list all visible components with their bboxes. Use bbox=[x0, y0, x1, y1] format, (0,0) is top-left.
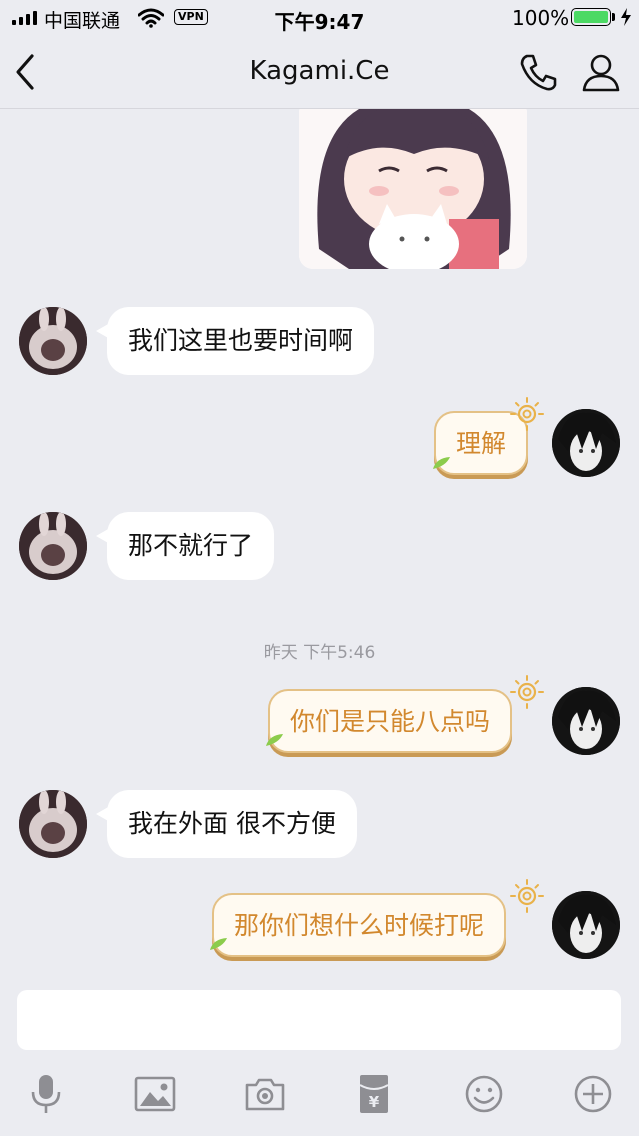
red-packet-icon[interactable]: ¥ bbox=[352, 1072, 396, 1116]
bunny-hood-avatar-icon bbox=[19, 790, 87, 858]
status-bar: 中国联通 VPN 下午9:47 100% bbox=[0, 0, 639, 36]
outgoing-message-bubble[interactable]: 那你们想什么时候打呢 bbox=[212, 893, 507, 957]
contact-avatar[interactable] bbox=[19, 790, 87, 858]
outgoing-message-bubble[interactable]: 你们是只能八点吗 bbox=[268, 689, 513, 753]
message-timestamp: 昨天 下午5:46 bbox=[263, 643, 376, 663]
incoming-message-bubble[interactable]: 那不就行了 bbox=[95, 512, 275, 580]
phone-call-button[interactable] bbox=[517, 50, 561, 94]
my-avatar[interactable] bbox=[552, 409, 620, 477]
svg-text:¥: ¥ bbox=[369, 1093, 380, 1111]
my-avatar[interactable] bbox=[552, 687, 620, 755]
battery-cap bbox=[612, 13, 615, 21]
camera-icon[interactable] bbox=[243, 1072, 287, 1116]
dark-hair-character-avatar-icon bbox=[552, 409, 620, 477]
bunny-hood-avatar-icon bbox=[19, 307, 87, 375]
chat-area[interactable]: 我们这里也要时间啊 理解 那不就行了 昨天 下午5:46 你们是只能八点吗 我在… bbox=[0, 109, 639, 989]
leaf-decoration-icon bbox=[210, 938, 227, 950]
dark-hair-character-avatar-icon bbox=[552, 891, 620, 959]
sun-decoration-icon bbox=[510, 397, 544, 431]
charging-icon bbox=[621, 8, 631, 26]
sun-decoration-icon bbox=[510, 879, 544, 913]
nav-bar: Kagami.Ce bbox=[0, 36, 639, 109]
contact-profile-button[interactable] bbox=[580, 51, 622, 93]
image-icon[interactable] bbox=[133, 1072, 177, 1116]
incoming-message-bubble[interactable]: 我们这里也要时间啊 bbox=[95, 307, 375, 375]
message-input[interactable] bbox=[17, 990, 621, 1050]
chat-toolbar: ¥ bbox=[0, 1062, 639, 1126]
plus-icon[interactable] bbox=[571, 1072, 615, 1116]
incoming-message-bubble[interactable]: 我在外面 很不方便 bbox=[96, 790, 357, 858]
contact-avatar[interactable] bbox=[19, 307, 87, 375]
leaf-decoration-icon bbox=[433, 457, 450, 469]
sun-decoration-icon bbox=[510, 675, 544, 709]
leaf-decoration-icon bbox=[266, 734, 283, 746]
battery-icon bbox=[571, 8, 611, 26]
emoji-icon[interactable] bbox=[462, 1072, 506, 1116]
contact-avatar[interactable] bbox=[19, 512, 87, 580]
anime-girl-sticker bbox=[299, 109, 527, 269]
bunny-hood-avatar-icon bbox=[19, 512, 87, 580]
battery-percent: 100% bbox=[512, 6, 570, 30]
my-avatar[interactable] bbox=[552, 891, 620, 959]
dark-hair-character-avatar-icon bbox=[552, 687, 620, 755]
mic-icon[interactable] bbox=[24, 1072, 68, 1116]
image-message[interactable] bbox=[299, 109, 527, 269]
